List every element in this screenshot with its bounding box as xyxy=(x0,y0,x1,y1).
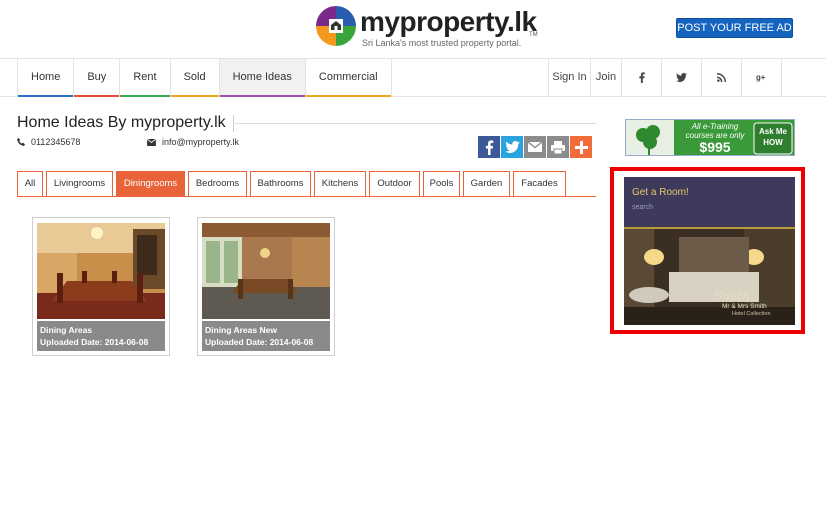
envelope-icon xyxy=(147,138,156,146)
logo-trademark: TM xyxy=(529,32,538,38)
card-caption: Dining Areas New Uploaded Date: 2014-06-… xyxy=(202,321,330,351)
nav-item-label: Buy xyxy=(87,71,107,83)
logo-tagline: Sri Lanka's most trusted property portal… xyxy=(362,38,522,48)
nav-underline xyxy=(18,95,74,97)
rss-icon[interactable] xyxy=(702,59,742,96)
card-upload-date: Uploaded Date: 2014-06-08 xyxy=(205,337,314,347)
nav-item-label: Home Ideas xyxy=(232,71,292,83)
nav-item-label: Home xyxy=(31,71,61,83)
tab-outdoor[interactable]: Outdoor xyxy=(369,171,420,196)
main-navbar: Home Buy Rent Sold Home Ideas Commercial… xyxy=(0,58,826,97)
ad-cta-line-2: HOW xyxy=(763,138,783,147)
ad-cta-line-1: Ask Me xyxy=(758,127,787,136)
ad-search-link[interactable]: search xyxy=(632,204,653,211)
card-upload-date: Uploaded Date: 2014-06-08 xyxy=(40,337,149,347)
card-title: Dining Areas xyxy=(40,325,93,335)
contact-email: info@myproperty.lk xyxy=(147,137,239,147)
etraining-ad-banner[interactable]: All e-Training courses are only $995 Ask… xyxy=(625,119,795,156)
gallery-card[interactable]: Dining Areas New Uploaded Date: 2014-06-… xyxy=(197,217,335,356)
tab-pools[interactable]: Pools xyxy=(423,171,460,196)
nav-underline xyxy=(219,95,305,97)
category-tabs: All Livingrooms Diningrooms Bedrooms Bat… xyxy=(17,171,596,197)
google-plus-icon[interactable]: g+ xyxy=(742,59,782,96)
nav-underline xyxy=(120,95,170,97)
ad-price: $995 xyxy=(699,139,731,155)
page-title: Home Ideas By myproperty.lk xyxy=(17,114,226,131)
nav-account-social: Sign In Join g+ xyxy=(548,59,782,96)
email-share-icon[interactable] xyxy=(524,136,546,158)
ad-headline: Get a Room! xyxy=(632,187,689,198)
nav-underline xyxy=(305,95,391,97)
twitter-icon[interactable] xyxy=(662,59,702,96)
email-address[interactable]: info@myproperty.lk xyxy=(162,137,239,147)
nav-underline xyxy=(74,95,120,97)
phone-icon xyxy=(17,138,25,146)
highlighted-ad-frame: Get a Room! search Smith Mr & Mrs Smith … xyxy=(610,167,805,334)
site-logo[interactable]: myproperty.lk TM Sri Lanka's most truste… xyxy=(316,6,541,50)
card-caption: Dining Areas Uploaded Date: 2014-06-08 xyxy=(37,321,165,351)
hotel-ad[interactable]: Get a Room! search Smith Mr & Mrs Smith … xyxy=(624,177,795,325)
tab-livingrooms[interactable]: Livingrooms xyxy=(46,171,113,196)
ad-brand-sub: Hotel Collection xyxy=(732,311,771,317)
contact-phone: 0112345678 xyxy=(17,137,80,147)
ad-line-1: All e-Training xyxy=(691,122,739,131)
title-divider xyxy=(233,123,596,124)
card-title: Dining Areas New xyxy=(205,325,277,335)
tab-kitchens[interactable]: Kitchens xyxy=(314,171,366,196)
logo-text: myproperty.lk xyxy=(360,6,537,37)
share-toolbar xyxy=(478,136,592,158)
phone-number: 0112345678 xyxy=(31,137,81,147)
nav-item-label: Sold xyxy=(183,71,206,83)
nav-item-home[interactable]: Home xyxy=(18,59,75,97)
nav-menu: Home Buy Rent Sold Home Ideas Commercial xyxy=(17,59,392,97)
tab-diningrooms[interactable]: Diningrooms xyxy=(116,171,185,196)
nav-item-rent[interactable]: Rent xyxy=(120,59,171,97)
more-share-icon[interactable] xyxy=(570,136,592,158)
logo-house-icon xyxy=(316,6,356,46)
gallery-card[interactable]: Dining Areas Uploaded Date: 2014-06-08 xyxy=(32,217,170,356)
ad-script-logo: Smith xyxy=(714,289,750,303)
twitter-share-icon[interactable] xyxy=(501,136,523,158)
print-share-icon[interactable] xyxy=(547,136,569,158)
nav-item-label: Rent xyxy=(133,71,157,83)
tab-bedrooms[interactable]: Bedrooms xyxy=(188,171,247,196)
sign-in-link[interactable]: Sign In xyxy=(549,59,591,96)
join-link[interactable]: Join xyxy=(591,59,622,96)
facebook-share-icon[interactable] xyxy=(478,136,500,158)
dining-room-photo[interactable] xyxy=(37,223,165,319)
nav-item-commercial[interactable]: Commercial xyxy=(305,59,392,97)
tab-facades[interactable]: Facades xyxy=(513,171,566,196)
tab-garden[interactable]: Garden xyxy=(463,171,510,196)
facebook-icon[interactable] xyxy=(622,59,662,96)
ad-brand: Mr & Mrs Smith xyxy=(722,303,767,310)
post-free-ad-button[interactable]: POST YOUR FREE AD xyxy=(676,18,793,38)
nav-item-sold[interactable]: Sold xyxy=(170,59,220,97)
tab-all[interactable]: All xyxy=(17,171,43,196)
nav-item-home-ideas[interactable]: Home Ideas xyxy=(219,59,306,97)
dining-area-photo[interactable] xyxy=(202,223,330,319)
nav-item-buy[interactable]: Buy xyxy=(74,59,121,97)
nav-underline xyxy=(170,95,219,97)
tab-bathrooms[interactable]: Bathrooms xyxy=(250,171,311,196)
svg-text:g+: g+ xyxy=(756,73,766,82)
nav-item-label: Commercial xyxy=(318,71,378,83)
